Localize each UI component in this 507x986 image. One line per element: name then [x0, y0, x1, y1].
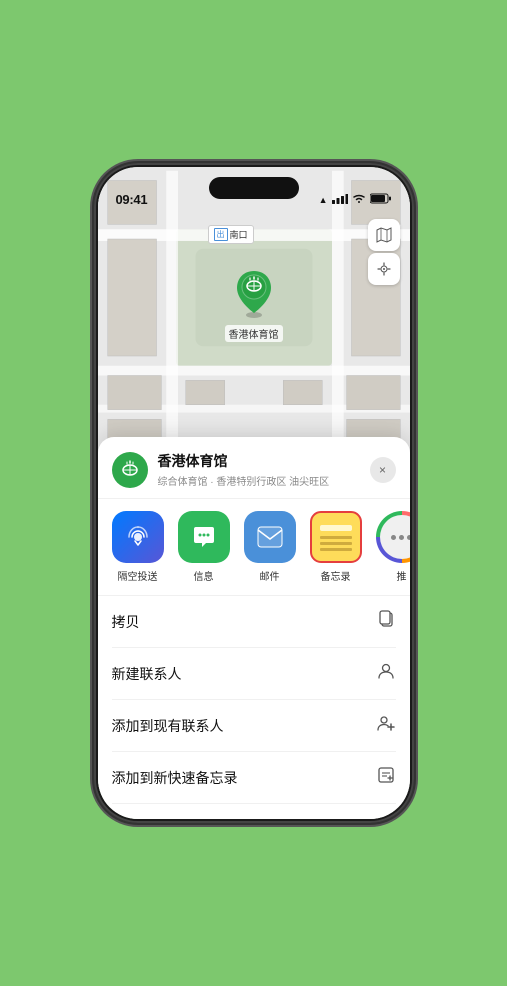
- more-icon: [376, 511, 410, 563]
- menu-item-add-notes[interactable]: 添加到新快速备忘录: [112, 752, 396, 804]
- map-type-button[interactable]: [368, 219, 400, 251]
- battery-icon: [370, 193, 392, 207]
- menu-item-print[interactable]: 打印: [112, 804, 396, 819]
- venue-name: 香港体育馆: [158, 451, 360, 471]
- action-messages[interactable]: 信息: [178, 511, 230, 583]
- map-area: 出 南口: [98, 167, 410, 467]
- dynamic-island: [209, 177, 299, 199]
- phone-screen: 09:41 ▲: [98, 167, 410, 819]
- notes-label: 备忘录: [321, 568, 351, 583]
- menu-item-copy[interactable]: 拷贝: [112, 596, 396, 648]
- signal-icon: [332, 194, 348, 207]
- venue-logo: [112, 452, 148, 488]
- add-existing-label: 添加到现有联系人: [112, 716, 224, 736]
- copy-icon: [376, 609, 396, 634]
- status-icons: ▲: [319, 193, 392, 207]
- venue-subtitle: 综合体育馆 · 香港特别行政区 油尖旺区: [158, 473, 360, 488]
- more-label: 推: [397, 568, 407, 583]
- add-existing-icon: [376, 713, 396, 738]
- mail-icon: [244, 511, 296, 563]
- wifi-icon: [352, 194, 366, 207]
- airdrop-icon: [112, 511, 164, 563]
- location-button[interactable]: [368, 253, 400, 285]
- south-gate-label: 出 南口: [208, 225, 254, 244]
- status-time: 09:41: [116, 192, 148, 207]
- copy-label: 拷贝: [112, 612, 140, 632]
- action-notes[interactable]: 备忘录: [310, 511, 362, 583]
- add-notes-label: 添加到新快速备忘录: [112, 768, 238, 788]
- airdrop-label: 隔空投送: [118, 568, 158, 583]
- new-contact-label: 新建联系人: [112, 664, 182, 684]
- add-notes-icon: [376, 765, 396, 790]
- bottom-sheet: 香港体育馆 综合体育馆 · 香港特别行政区 油尖旺区 ×: [98, 437, 410, 819]
- messages-label: 信息: [194, 568, 214, 583]
- messages-icon: [178, 511, 230, 563]
- new-contact-icon: [376, 661, 396, 686]
- location-icon: ▲: [319, 195, 328, 205]
- print-icon: [376, 817, 396, 819]
- map-controls[interactable]: [368, 219, 400, 285]
- venue-info: 香港体育馆 综合体育馆 · 香港特别行政区 油尖旺区: [158, 451, 360, 488]
- menu-item-add-existing[interactable]: 添加到现有联系人: [112, 700, 396, 752]
- menu-items: 拷贝 新建联系人: [98, 596, 410, 819]
- action-airdrop[interactable]: 隔空投送: [112, 511, 164, 583]
- venue-marker: 香港体育馆: [225, 267, 283, 342]
- share-actions: 隔空投送 信息: [98, 499, 410, 596]
- sheet-header: 香港体育馆 综合体育馆 · 香港特别行政区 油尖旺区 ×: [98, 437, 410, 499]
- action-mail[interactable]: 邮件: [244, 511, 296, 583]
- venue-marker-label: 香港体育馆: [225, 325, 283, 342]
- close-button[interactable]: ×: [370, 457, 396, 483]
- mail-label: 邮件: [260, 568, 280, 583]
- notes-icon: [310, 511, 362, 563]
- menu-item-new-contact[interactable]: 新建联系人: [112, 648, 396, 700]
- phone-frame: 09:41 ▲: [94, 163, 414, 823]
- action-more[interactable]: 推: [376, 511, 410, 583]
